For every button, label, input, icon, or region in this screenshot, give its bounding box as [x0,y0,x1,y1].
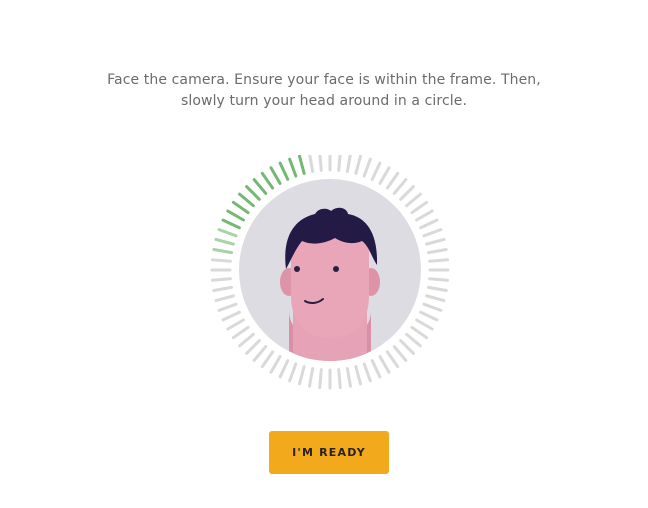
progress-tick [425,237,446,246]
progress-tick [385,350,400,369]
progress-tick [308,155,315,174]
progress-tick [214,294,235,303]
progress-tick [210,277,232,282]
progress-tick [337,155,342,172]
progress-tick [217,228,238,238]
progress-tick [318,368,323,390]
progress-tick [345,155,352,174]
progress-tick [278,359,290,379]
instructions-text: Face the camera. Ensure your face is wit… [0,70,648,112]
progress-tick [231,325,250,340]
progress-tick [238,332,255,348]
progress-tick [260,350,275,369]
progress-tick [385,171,400,190]
scan-progress-ring [210,155,450,390]
avatar-head [291,227,369,338]
progress-tick [288,362,298,383]
progress-tick [399,339,415,355]
progress-tick [405,192,422,208]
progress-tick [425,294,446,303]
progress-tick [422,302,443,312]
avatar-left-eye [294,266,300,272]
progress-tick [269,166,282,185]
avatar-right-eye [333,266,339,272]
progress-tick [226,318,245,331]
progress-tick [392,178,408,195]
progress-tick [354,155,363,175]
progress-tick [428,277,450,282]
progress-tick [422,228,443,238]
progress-tick [278,161,290,181]
progress-tick [415,209,434,222]
progress-tick [428,258,450,263]
face-avatar-icon [280,207,380,361]
progress-tick [297,155,306,175]
progress-tick [252,345,268,362]
progress-tick [226,209,245,222]
progress-tick [362,157,372,178]
face-scan-frame [207,155,453,401]
progress-tick [221,218,241,230]
progress-tick [378,166,391,185]
progress-tick [392,345,408,362]
progress-tick [370,161,382,181]
progress-tick [212,248,234,255]
progress-tick [231,200,250,215]
im-ready-button[interactable]: I'M READY [269,431,389,474]
progress-tick [212,285,234,292]
progress-tick [419,218,439,230]
progress-tick [288,157,298,178]
face-scan-page: Face the camera. Ensure your face is wit… [0,0,648,508]
progress-tick [238,192,255,208]
progress-tick [297,365,306,386]
progress-tick [260,171,275,190]
progress-tick [362,362,372,383]
progress-tick [269,355,282,374]
progress-tick [345,366,352,388]
progress-tick [426,285,448,292]
instructions-line-1: Face the camera. Ensure your face is wit… [107,72,541,88]
progress-tick [308,366,315,388]
progress-tick [399,185,415,201]
progress-tick [318,155,323,172]
progress-tick [245,185,261,201]
progress-tick [410,200,429,215]
progress-tick [337,368,342,390]
progress-tick [415,318,434,331]
progress-tick [252,178,268,195]
progress-tick [214,237,235,246]
progress-tick [354,365,363,386]
progress-tick [405,332,422,348]
instructions-line-2: slowly turn your head around in a circle… [180,93,468,109]
progress-tick [370,359,382,379]
progress-tick [419,310,439,322]
progress-tick [410,325,429,340]
progress-tick [210,258,232,263]
progress-tick [221,310,241,322]
progress-tick [217,302,238,312]
progress-tick [426,248,448,255]
progress-tick [378,355,391,374]
progress-tick [245,339,261,355]
